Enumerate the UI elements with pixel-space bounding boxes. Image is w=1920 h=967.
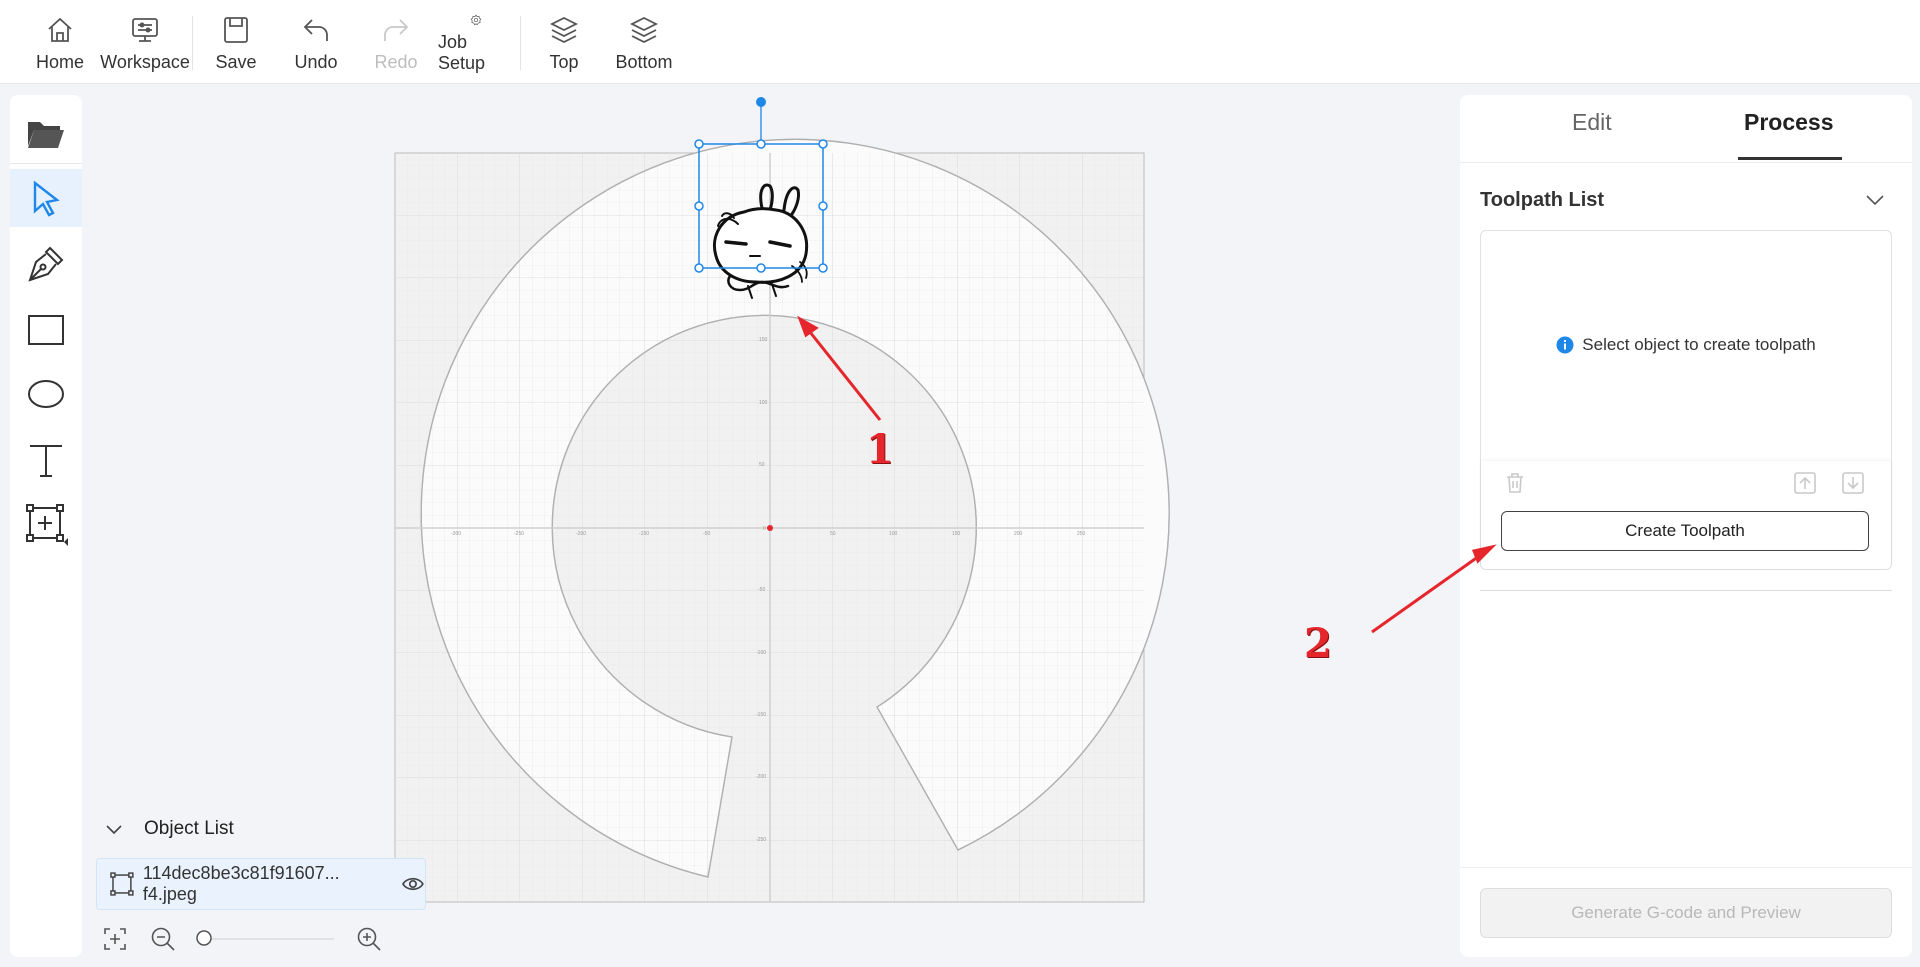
svg-text:150: 150 <box>952 531 961 537</box>
top-toolbar: Home Workspace Save Undo Redo Job Setup … <box>0 0 1920 84</box>
right-panel: Edit Process Toolpath List Select object… <box>1460 95 1912 957</box>
trash-icon[interactable] <box>1503 471 1527 495</box>
redo-icon <box>384 19 409 41</box>
toolpath-empty-state: Select object to create toolpath <box>1481 335 1891 355</box>
svg-text:0: 0 <box>763 526 766 532</box>
tool-rail <box>10 95 82 957</box>
svg-text:-150: -150 <box>756 712 766 718</box>
tab-edit[interactable]: Edit <box>1572 109 1612 136</box>
chevron-down-icon[interactable] <box>1862 187 1888 213</box>
save-icon <box>224 17 248 43</box>
svg-text:-250: -250 <box>756 837 766 843</box>
canvas-drawing: -300 -250 -200 -150 -50 50 100 150 200 250 15010… <box>394 97 1170 903</box>
svg-text:-150: -150 <box>639 531 649 537</box>
svg-text:-50: -50 <box>758 587 765 593</box>
top-button[interactable]: Top <box>548 14 580 74</box>
svg-text:150: 150 <box>759 337 768 343</box>
home-label: Home <box>36 52 85 72</box>
layers-top-icon <box>549 16 579 44</box>
eye-icon[interactable] <box>401 872 425 896</box>
svg-text:-50: -50 <box>703 531 710 537</box>
job-setup-button[interactable]: Job Setup <box>438 14 514 74</box>
object-name: 114dec8be3c81f91607... f4.jpeg <box>142 863 340 904</box>
undo-icon <box>303 19 328 41</box>
top-label: Top <box>549 52 579 72</box>
home-icon <box>48 17 72 42</box>
move-down-icon[interactable] <box>1841 471 1865 495</box>
zoom-slider[interactable] <box>192 928 342 948</box>
info-icon <box>1556 336 1574 354</box>
fit-to-screen-icon[interactable] <box>102 926 128 952</box>
tab-divider <box>1460 162 1912 163</box>
annotation-label-2: 2 <box>1304 620 1332 667</box>
ellipse-icon <box>28 380 64 408</box>
workspace-canvas[interactable]: -300 -250 -200 -150 -50 50 100 150 200 250 150 10… <box>90 86 1450 962</box>
annotation-label-1: 1 <box>866 426 894 473</box>
layers-bottom-icon <box>629 16 659 44</box>
toolbar-divider <box>192 16 193 70</box>
save-label: Save <box>215 52 257 72</box>
svg-text:-200: -200 <box>756 774 766 780</box>
svg-text:200: 200 <box>1014 531 1023 537</box>
footer-divider <box>1460 867 1912 868</box>
add-frame-tool-button[interactable] <box>10 495 82 553</box>
gear-icon <box>470 14 482 26</box>
svg-text:100: 100 <box>759 400 768 406</box>
text-icon <box>30 445 62 477</box>
section-divider <box>1480 590 1892 591</box>
pen-tool-button[interactable] <box>10 235 82 293</box>
chevron-down-icon <box>106 825 122 835</box>
zoom-in-icon[interactable] <box>356 926 382 952</box>
object-list-item[interactable]: 114dec8be3c81f91607... f4.jpeg <box>96 858 426 910</box>
bottom-label: Bottom <box>615 52 673 72</box>
tab-process[interactable]: Process <box>1744 109 1834 136</box>
toolpath-actions: Create Toolpath <box>1481 461 1891 569</box>
workspace-button[interactable]: Workspace <box>100 14 190 74</box>
home-button[interactable]: Home <box>36 14 84 74</box>
generate-gcode-button[interactable]: Generate G-code and Preview <box>1480 888 1892 938</box>
move-up-icon[interactable] <box>1793 471 1817 495</box>
workspace-icon <box>132 18 158 42</box>
save-button[interactable]: Save <box>215 14 257 74</box>
svg-text:50: 50 <box>759 462 765 468</box>
zoom-out-icon[interactable] <box>150 926 176 952</box>
undo-button[interactable]: Undo <box>294 14 338 74</box>
redo-button[interactable]: Redo <box>374 14 418 74</box>
svg-text:-100: -100 <box>756 650 766 656</box>
zoom-controls <box>100 924 390 954</box>
svg-text:50: 50 <box>830 531 836 537</box>
rail-divider <box>10 163 82 164</box>
toolpath-list-box: Select object to create toolpath Create … <box>1480 230 1892 570</box>
svg-text:250: 250 <box>1077 531 1086 537</box>
job-setup-label: Job Setup <box>438 32 486 73</box>
select-arrow-icon <box>33 180 60 217</box>
folder-icon <box>28 122 64 148</box>
open-file-button[interactable] <box>10 105 82 163</box>
toolbar-divider <box>520 16 521 70</box>
rotation-handle[interactable] <box>756 97 766 107</box>
active-tab-indicator <box>1738 157 1842 160</box>
rectangle-tool-button[interactable] <box>10 301 82 359</box>
create-toolpath-button[interactable]: Create Toolpath <box>1501 511 1869 551</box>
workspace-label: Workspace <box>100 52 190 72</box>
vector-object-icon <box>110 872 134 896</box>
svg-text:-250: -250 <box>514 531 524 537</box>
origin-marker <box>767 525 773 531</box>
select-tool-button[interactable] <box>10 169 82 227</box>
ellipse-tool-button[interactable] <box>10 365 82 423</box>
rectangle-icon <box>28 315 64 345</box>
object-list-title: Object List <box>144 818 234 839</box>
toolpath-list-title: Toolpath List <box>1480 189 1605 211</box>
svg-text:100: 100 <box>889 531 898 537</box>
text-tool-button[interactable] <box>10 431 82 489</box>
empty-message: Select object to create toolpath <box>1582 335 1816 354</box>
undo-label: Undo <box>294 52 338 72</box>
svg-text:-300: -300 <box>451 531 461 537</box>
bottom-button[interactable]: Bottom <box>614 14 674 74</box>
add-frame-icon <box>26 504 68 546</box>
pen-icon <box>28 246 64 282</box>
redo-label: Redo <box>374 52 418 72</box>
svg-text:-200: -200 <box>576 531 586 537</box>
object-list-header[interactable]: Object List <box>104 818 234 840</box>
